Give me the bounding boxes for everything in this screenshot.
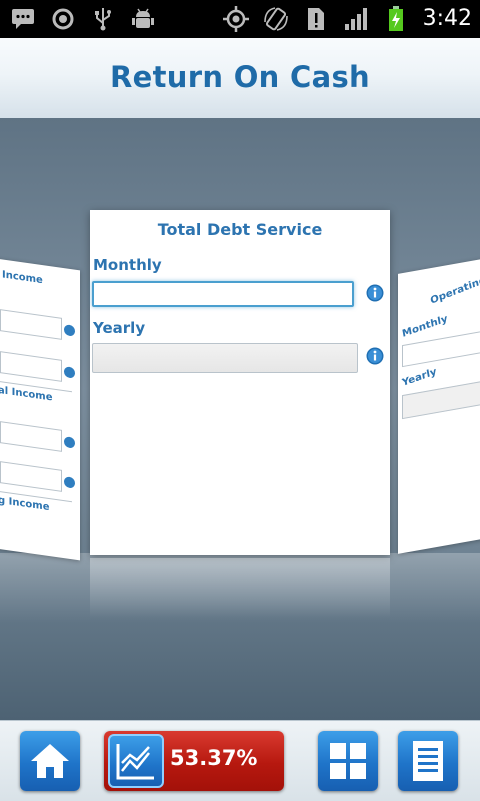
report-button[interactable] [398, 731, 458, 791]
info-icon [64, 436, 75, 449]
side-left-field [0, 309, 62, 340]
info-icon[interactable] [366, 284, 384, 302]
rotate-icon [263, 6, 289, 32]
card-reflection [90, 558, 390, 618]
side-left-field [0, 351, 62, 382]
info-icon [64, 366, 75, 379]
chart-button[interactable] [108, 734, 164, 788]
side-right-label: Yearly [401, 366, 438, 389]
sim-alert-icon [303, 6, 329, 32]
ratio-button[interactable]: 53.37% [104, 731, 284, 791]
status-bar: 3:42 [0, 0, 480, 38]
yearly-label: Yearly [93, 319, 146, 337]
monthly-input[interactable] [92, 281, 354, 307]
page-title: Return On Cash [110, 60, 370, 94]
side-card-right[interactable]: Operating Monthly Yearly [398, 258, 480, 554]
android-debug-icon [130, 6, 156, 32]
total-debt-service-card: Total Debt Service Monthly Yearly [90, 210, 390, 555]
info-icon [64, 324, 75, 337]
home-button[interactable] [20, 731, 80, 791]
grid-icon [330, 743, 366, 779]
home-icon [31, 744, 69, 778]
card-carousel[interactable]: Income al Income g Income Operating Mont… [0, 118, 480, 720]
card-title: Total Debt Service [157, 220, 323, 239]
line-chart-icon [116, 744, 154, 780]
info-icon [64, 476, 75, 489]
yearly-input[interactable] [92, 343, 358, 373]
side-left-field [0, 421, 62, 452]
side-right-label: Monthly [401, 313, 449, 340]
usb-icon [90, 6, 116, 32]
ratio-value: 53.37% [170, 746, 258, 770]
message-icon [10, 6, 36, 32]
side-card-left[interactable]: Income al Income g Income [0, 258, 80, 561]
side-right-title: Operating [429, 274, 480, 307]
document-icon [413, 741, 443, 781]
side-left-label: Income [2, 269, 43, 287]
grid-button[interactable] [318, 731, 378, 791]
status-time: 3:42 [422, 6, 472, 31]
info-icon[interactable] [366, 347, 384, 365]
battery-charging-icon [383, 6, 409, 32]
gps-icon [222, 6, 249, 32]
bottom-toolbar: 53.37% [0, 720, 480, 801]
record-icon [50, 6, 76, 32]
signal-icon [343, 6, 369, 32]
side-left-field [0, 461, 62, 492]
app-header: Return On Cash [0, 38, 480, 119]
monthly-label: Monthly [93, 256, 162, 274]
